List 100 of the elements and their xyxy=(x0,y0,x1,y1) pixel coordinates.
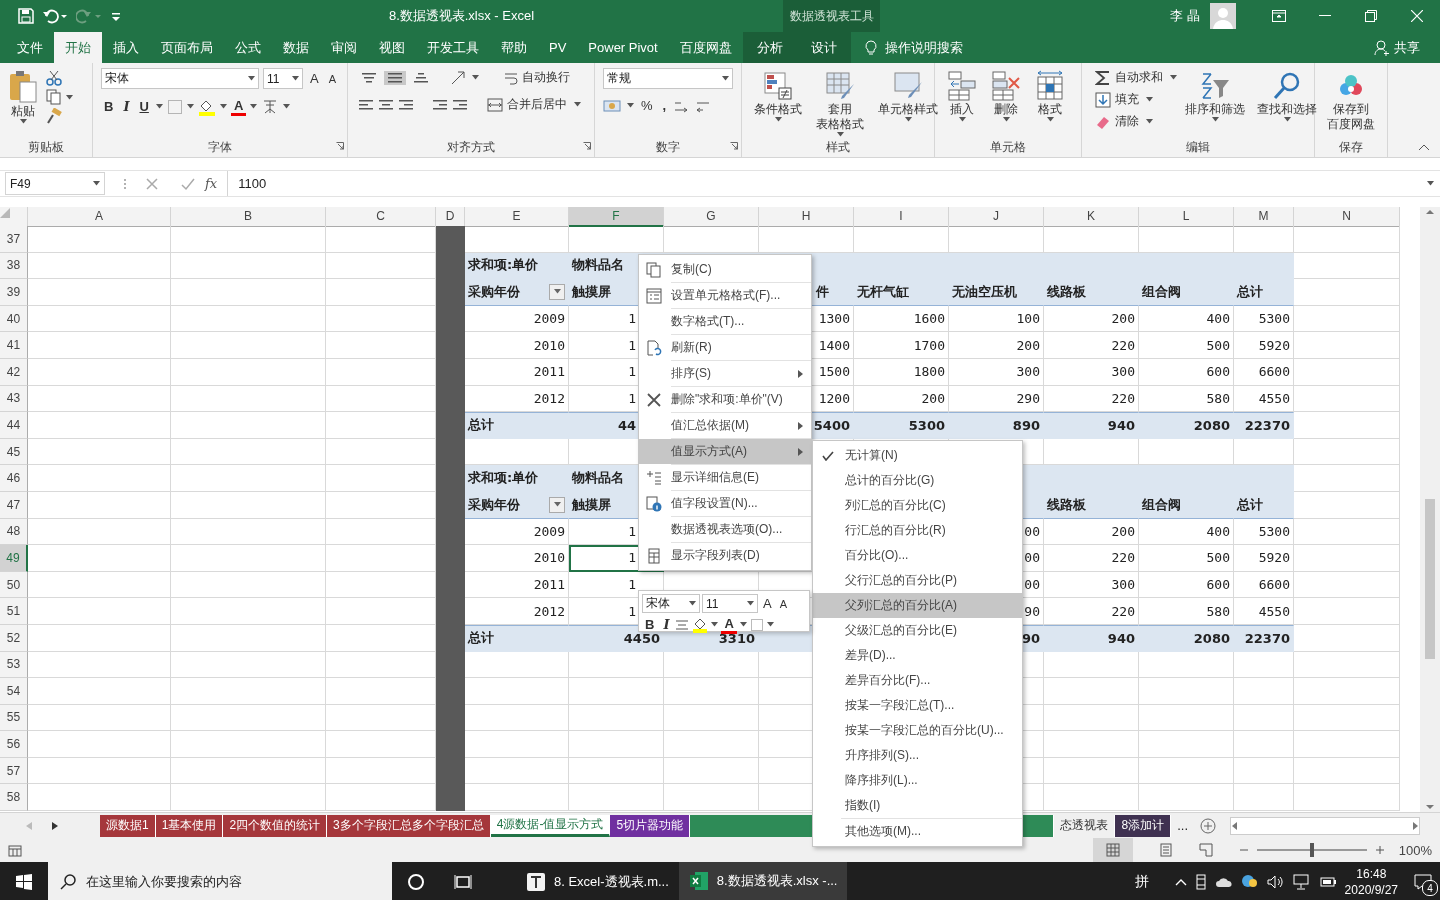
shrink-font-button[interactable]: A xyxy=(776,596,790,611)
sheet-tab[interactable]: 8添加计 xyxy=(1115,814,1172,837)
ribbon-tab[interactable]: 审阅 xyxy=(320,32,368,63)
menu-item[interactable]: 值显示方式(A) xyxy=(639,439,811,464)
row-header[interactable]: 50 xyxy=(0,571,28,599)
copy-icon[interactable] xyxy=(46,89,62,105)
scroll-thumb[interactable] xyxy=(1425,499,1435,659)
row-header[interactable]: 56 xyxy=(0,731,28,758)
fill-color-icon[interactable] xyxy=(692,616,709,633)
formula-input[interactable]: 1100 xyxy=(227,171,1420,196)
menu-item[interactable]: 升序排列(S)... xyxy=(813,743,1022,768)
row-header[interactable]: 44 xyxy=(0,412,28,439)
row-header[interactable]: 40 xyxy=(0,305,28,333)
font-name-field[interactable]: 宋体 xyxy=(642,594,700,613)
dialog-launcher-icon[interactable] xyxy=(730,142,738,150)
menu-item[interactable]: 其他选项(M)... xyxy=(813,819,1022,844)
column-header[interactable]: A xyxy=(28,207,171,227)
zoom-in-icon[interactable] xyxy=(1374,845,1385,855)
menu-item[interactable]: 父列汇总的百分比(A) xyxy=(813,593,1022,618)
column-header[interactable]: K xyxy=(1044,207,1139,227)
column-header[interactable]: N xyxy=(1294,207,1400,227)
taskbar-search[interactable]: 在这里输入你要搜索的内容 xyxy=(48,862,392,900)
ribbon-button[interactable]: 保存到 百度网盘 xyxy=(1323,68,1379,134)
row-header[interactable]: 55 xyxy=(0,704,28,732)
cloud-icon[interactable] xyxy=(1214,876,1233,888)
volume-icon[interactable] xyxy=(1266,874,1285,890)
ribbon-button[interactable]: 套用 表格格式 xyxy=(812,68,868,139)
wrap-text-button[interactable]: 自动换行 xyxy=(501,68,573,87)
ribbon-tab[interactable]: Power Pivot xyxy=(577,32,669,63)
menu-item[interactable]: 无计算(N) xyxy=(813,443,1022,468)
weather-icon[interactable] xyxy=(1240,874,1259,890)
notification-button[interactable]: 4 xyxy=(1406,862,1440,900)
column-header[interactable]: I xyxy=(854,207,949,227)
format-painter-icon[interactable] xyxy=(46,108,62,124)
column-header[interactable]: G xyxy=(664,207,759,227)
scroll-left-icon[interactable] xyxy=(1231,821,1239,830)
comma-button[interactable]: , xyxy=(659,97,670,114)
ribbon-tab[interactable]: 公式 xyxy=(224,32,272,63)
sheet-tab[interactable]: 1基本使用 xyxy=(155,814,224,837)
filter-dropdown[interactable] xyxy=(549,496,565,513)
font-size-field[interactable]: 11 xyxy=(263,68,303,89)
column-header[interactable]: L xyxy=(1139,207,1234,227)
row-header[interactable]: 48 xyxy=(0,518,28,546)
zoom-thumb[interactable] xyxy=(1309,843,1314,857)
orientation-icon[interactable] xyxy=(450,69,468,86)
scroll-up-icon[interactable] xyxy=(1425,207,1435,217)
menu-item[interactable]: 降序排列(L)... xyxy=(813,768,1022,793)
find-select-button[interactable]: 查找和选择 xyxy=(1253,68,1321,139)
clock[interactable]: 16:48 2020/9/27 xyxy=(1344,866,1398,898)
dialog-launcher-icon[interactable] xyxy=(583,142,591,150)
grow-font-button[interactable]: A xyxy=(307,70,322,87)
grow-font-button[interactable]: A xyxy=(760,595,775,612)
column-header[interactable]: M xyxy=(1234,207,1294,227)
row-header[interactable]: 58 xyxy=(0,784,28,812)
share-button[interactable]: 共享 xyxy=(1368,32,1426,63)
battery-icon[interactable] xyxy=(1318,875,1337,889)
sort-filter-button[interactable]: 排序和筛选 xyxy=(1181,68,1249,139)
tell-me-search[interactable]: 操作说明搜索 xyxy=(884,38,963,57)
sheet-tab[interactable]: 4源数据-值显示方式 xyxy=(490,814,611,837)
row-header[interactable]: 37 xyxy=(0,226,28,253)
vertical-scrollbar[interactable] xyxy=(1420,207,1440,812)
row-header[interactable]: 51 xyxy=(0,598,28,625)
number-format-field[interactable]: 常规 xyxy=(603,68,733,89)
ribbon-tab[interactable]: PV xyxy=(538,32,578,63)
ribbon-button[interactable]: 单元格样式 xyxy=(874,68,942,124)
film-icon[interactable] xyxy=(1194,874,1207,890)
ribbon-tab[interactable]: 插入 xyxy=(102,32,150,63)
row-header[interactable]: 42 xyxy=(0,358,28,386)
sheet-tab[interactable]: 源数据1 xyxy=(100,814,156,837)
ribbon-tab[interactable]: 开发工具 xyxy=(416,32,490,63)
row-header[interactable]: 41 xyxy=(0,332,28,359)
insert-function-button[interactable]: fx xyxy=(205,176,218,191)
row-header[interactable]: 57 xyxy=(0,757,28,785)
save-icon[interactable] xyxy=(18,8,34,24)
menu-item[interactable]: 总计的百分比(G) xyxy=(813,468,1022,493)
column-header[interactable]: H xyxy=(759,207,854,227)
ribbon-tab[interactable]: 文件 xyxy=(6,32,54,63)
font-size-field[interactable]: 11 xyxy=(702,594,758,613)
sheet-tab[interactable]: 5切片器功能 xyxy=(610,814,691,837)
row-header[interactable]: 52 xyxy=(0,624,28,652)
sheet-tab[interactable]: 3多个字段汇总多个字段汇总 xyxy=(327,814,491,837)
taskbar-app[interactable]: 8.数据透视表.xlsx -... xyxy=(678,862,848,900)
more-sheets[interactable]: ... xyxy=(1177,818,1188,833)
bold-button[interactable]: B xyxy=(101,98,117,115)
row-header[interactable]: 49 xyxy=(0,545,28,572)
row-header[interactable]: 39 xyxy=(0,279,28,306)
ribbon-button[interactable]: 自动求和 xyxy=(1092,68,1166,87)
undo-icon[interactable] xyxy=(42,8,68,24)
add-sheet-icon[interactable] xyxy=(1200,817,1216,834)
ribbon-tab[interactable]: 视图 xyxy=(368,32,416,63)
row-header[interactable]: 54 xyxy=(0,678,28,705)
middle-align-button[interactable] xyxy=(384,70,406,85)
scroll-right-icon[interactable] xyxy=(1411,821,1419,830)
cortana-icon[interactable] xyxy=(407,873,425,891)
ribbon-button[interactable]: 删除 xyxy=(987,68,1025,124)
task-view-icon[interactable] xyxy=(454,874,472,890)
filter-dropdown[interactable] xyxy=(549,284,565,300)
ribbon-tab[interactable]: 百度网盘 xyxy=(668,32,743,63)
column-header[interactable]: F xyxy=(569,207,664,227)
ribbon-tab[interactable]: 页面布局 xyxy=(150,32,224,63)
